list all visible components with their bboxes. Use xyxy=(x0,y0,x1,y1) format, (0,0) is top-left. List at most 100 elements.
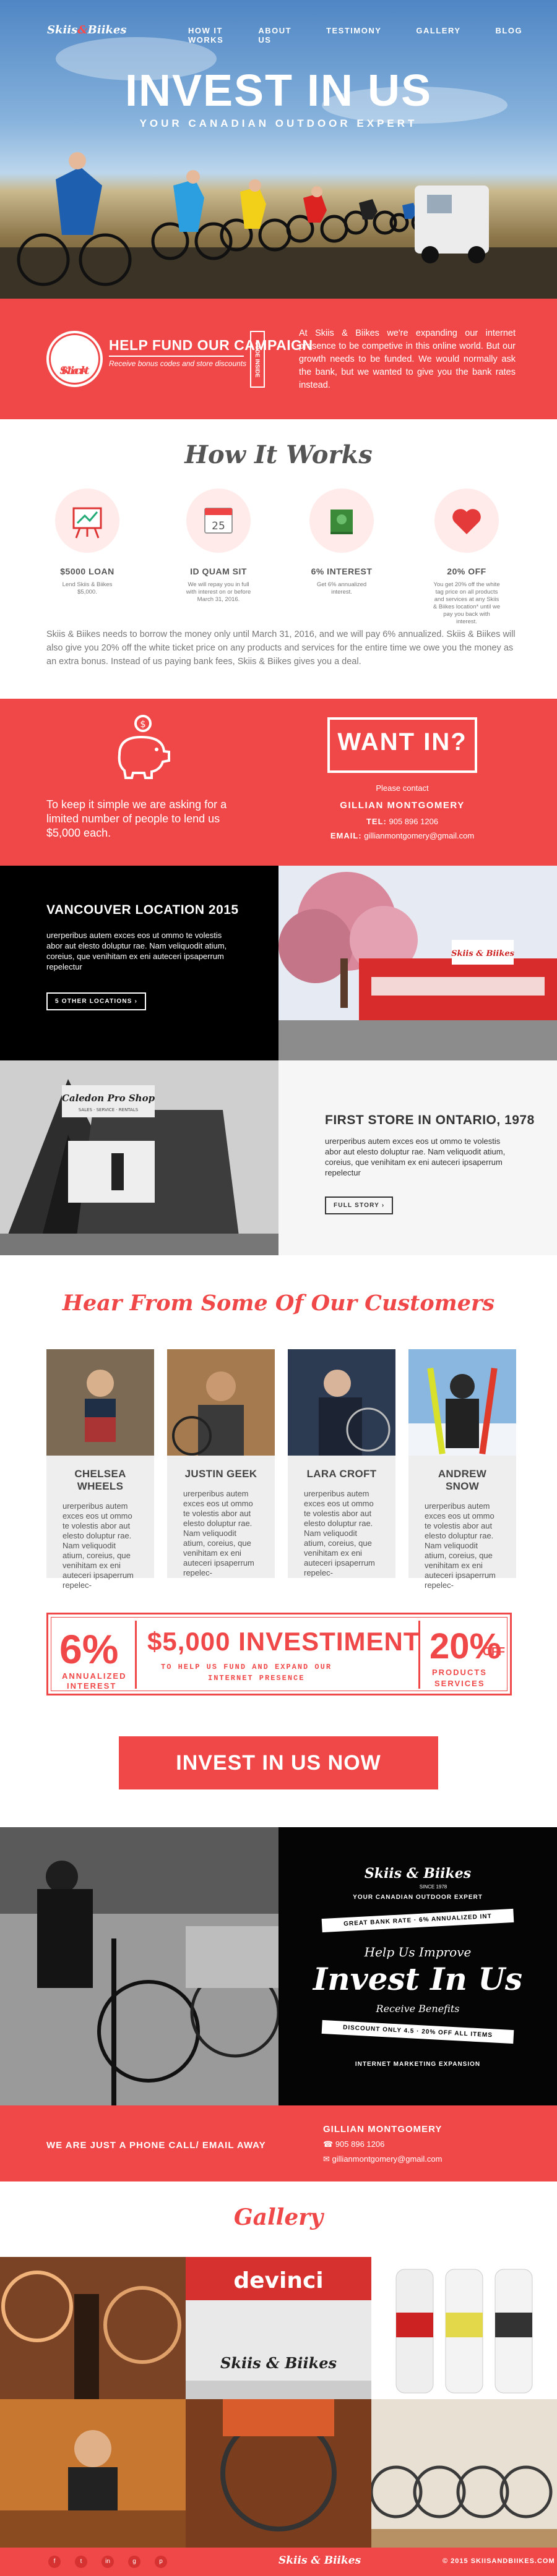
gallery-photo[interactable] xyxy=(371,2257,557,2399)
vancouver-title: VANCOUVER LOCATION 2015 xyxy=(46,903,239,917)
investment-label-1: TO HELP US FUND AND EXPAND OUR xyxy=(161,1663,332,1671)
vancouver-location: VANCOUVER LOCATION 2015 urerperibus aute… xyxy=(0,866,278,1060)
contact-strip-name: GILLIAN MONTGOMERY xyxy=(323,2124,443,2135)
nav-about-us[interactable]: ABOUT US xyxy=(258,26,291,45)
customer-card: CHELSEA WHEELS urerperibus autem exces eo… xyxy=(46,1349,154,1590)
customers-title: Hear From Some Of Our Customers xyxy=(62,1290,495,1316)
nav-testimony[interactable]: TESTIMONY xyxy=(326,26,381,45)
interest-label-1: ANNUALIZED xyxy=(62,1671,127,1681)
badge-line-2: Start xyxy=(59,365,90,377)
nav-blog[interactable]: BLOG xyxy=(496,26,523,45)
step-label: $5000 LOAN xyxy=(60,566,114,576)
logo-amp: & xyxy=(77,23,88,36)
contact-strip: WE ARE JUST A PHONE CALL/ EMAIL AWAY GIL… xyxy=(0,2105,557,2181)
easel-icon xyxy=(55,488,119,553)
piggy-bank-icon: $ xyxy=(118,715,170,779)
want-in-box: WANT IN? xyxy=(327,717,477,773)
poster-help: Help Us Improve xyxy=(364,1945,472,1960)
customer-quote: urerperibus autem exces eos ut ommo te v… xyxy=(425,1501,496,1590)
contact-strip-email[interactable]: gillianmontgomery@gmail.com xyxy=(332,2154,443,2164)
want-in-heading: WANT IN? xyxy=(337,728,467,756)
customer-photo xyxy=(46,1349,154,1456)
step-label: ID QUAM SIT xyxy=(190,566,247,576)
linkedin-icon[interactable]: in xyxy=(101,2556,114,2568)
store-sign-sub: SALES · SERVICE · RENTALS xyxy=(79,1107,139,1112)
svg-text:$: $ xyxy=(140,719,146,730)
how-it-works-paragraph: Skiis & Biikes needs to borrow the money… xyxy=(46,629,516,667)
contact-email[interactable]: gillianmontgomery@gmail.com xyxy=(364,831,474,840)
step-discount: 20% OFF You get 20% off the white tag pr… xyxy=(433,488,501,626)
other-locations-button[interactable]: 5 OTHER LOCATIONS › xyxy=(46,992,147,1010)
logo[interactable]: Skiis&Biikes xyxy=(47,23,127,36)
footer-logo[interactable]: Skiis & Biikes xyxy=(278,2554,361,2567)
step-interest: 6% INTEREST Get 6% annualized interest. xyxy=(308,488,376,596)
vancouver-text: urerperibus autem exces eos ut ommo te v… xyxy=(46,931,227,971)
full-story-button[interactable]: FULL STORY › xyxy=(325,1196,394,1214)
footer: f t in g p Skiis & Biikes © 2015 SKIISAN… xyxy=(0,2548,557,2576)
full-story-label: FULL STORY xyxy=(334,1202,379,1209)
interest-value: 6% xyxy=(59,1626,119,1672)
invest-poster: Skiis & Biikes SINCE 1978 YOUR CANADIAN … xyxy=(278,1827,557,2105)
step-loan: $5000 LOAN Lend Skiis & Biikes $5,000. xyxy=(53,488,121,596)
poster-receive: Receive Benefits xyxy=(376,2003,460,2015)
customer-name: LARA CROFT xyxy=(306,1468,377,1480)
kickstart-section: Kick Start HELP FUND OUR CAMPAIGN Receive… xyxy=(0,299,557,419)
nav-links: HOW IT WORKS ABOUT US TESTIMONY GALLERY … xyxy=(188,26,557,45)
customer-photo xyxy=(288,1349,395,1456)
store-sign: Caledon Pro Shop xyxy=(62,1093,155,1104)
facebook-icon[interactable]: f xyxy=(48,2556,61,2568)
gallery-shop-sign: Skiis & Biikes xyxy=(220,2354,337,2372)
kickstart-text: At Skiis & Biikes we're expanding our in… xyxy=(299,328,516,390)
customer-quote: urerperibus autem exces eos ut ommo te v… xyxy=(304,1489,375,1577)
code-inside-tag: CODE INSIDE xyxy=(250,331,265,388)
stats-divider xyxy=(135,1621,137,1689)
tel-label: TEL: xyxy=(366,817,387,826)
contact-email-row: EMAIL: gillianmontgomery@gmail.com xyxy=(291,831,514,840)
gallery-photo[interactable] xyxy=(0,2257,186,2399)
step-text: You get 20% off the white tag price on a… xyxy=(433,581,501,625)
gallery-photo[interactable] xyxy=(186,2399,371,2548)
google-plus-icon[interactable]: g xyxy=(128,2556,140,2568)
gallery-photo[interactable] xyxy=(371,2399,557,2548)
poster-band-1: GREAT BANK RATE · 6% ANNUALIZED INT xyxy=(321,1908,514,1933)
contact-phone[interactable]: 905 896 1206 xyxy=(389,817,438,826)
investment-value: $5,000 INVESTIMENT xyxy=(147,1627,420,1656)
ontario-location: FIRST STORE IN ONTARIO, 1978 urerperibus… xyxy=(278,1060,557,1255)
cyclists-illustration xyxy=(0,152,557,299)
nav-gallery[interactable]: GALLERY xyxy=(416,26,460,45)
customer-card: JUSTIN GEEK urerperibus autem exces eos u… xyxy=(167,1349,275,1578)
want-in-section: $ To keep it simple we are asking for a … xyxy=(0,699,557,866)
customer-card: LARA CROFT urerperibus autem exces eos ut… xyxy=(288,1349,395,1578)
ontario-text: urerperibus autem exces eos ut ommo te v… xyxy=(325,1137,506,1177)
discount-off: OFF xyxy=(483,1645,505,1658)
copyright: © 2015 SKIISANDBIIKES.COM xyxy=(443,2557,555,2565)
contact-strip-email-row: ✉ gillianmontgomery@gmail.com xyxy=(323,2154,442,2164)
other-locations-label: 5 OTHER LOCATIONS xyxy=(55,998,132,1005)
nav-how-it-works[interactable]: HOW IT WORKS xyxy=(188,26,223,45)
pinterest-icon[interactable]: p xyxy=(155,2556,167,2568)
customer-name: CHELSEA WHEELS xyxy=(74,1468,126,1492)
gallery-photo[interactable] xyxy=(0,2399,186,2548)
stats-divider xyxy=(418,1621,420,1689)
step-text: Get 6% annualized interest. xyxy=(316,581,367,595)
money-icon xyxy=(309,488,374,553)
how-it-works-title: How It Works xyxy=(184,440,373,469)
email-label: EMAIL: xyxy=(330,831,362,840)
customer-card: ANDREW SNOW urerperibus autem exces eos u… xyxy=(408,1349,516,1590)
gallery-photo[interactable]: devinci Skiis & Biikes xyxy=(186,2257,371,2399)
contact-strip-phone[interactable]: 905 896 1206 xyxy=(335,2139,385,2149)
contact-phone-row: TEL: 905 896 1206 xyxy=(291,817,514,826)
logo-word-1: Skiis xyxy=(47,23,78,36)
hero-subtitle: YOUR CANADIAN OUTDOOR EXPERT xyxy=(139,117,418,129)
twitter-icon[interactable]: t xyxy=(75,2556,87,2568)
poster-logo: Skiis & Biikes xyxy=(364,1866,472,1882)
poster-tagline: YOUR CANADIAN OUTDOOR EXPERT xyxy=(353,1894,483,1901)
customer-name: JUSTIN GEEK xyxy=(184,1468,257,1480)
kickstart-divider xyxy=(109,356,244,357)
invest-now-button[interactable]: INVEST IN US NOW xyxy=(119,1736,438,1789)
customer-photo xyxy=(408,1349,516,1456)
customer-quote: urerperibus autem exces eos ut ommo te v… xyxy=(63,1501,134,1590)
phone-icon: ☎ xyxy=(323,2139,334,2149)
poster-since: SINCE 1978 xyxy=(419,1884,447,1890)
hero-title: INVEST IN US xyxy=(124,66,433,116)
